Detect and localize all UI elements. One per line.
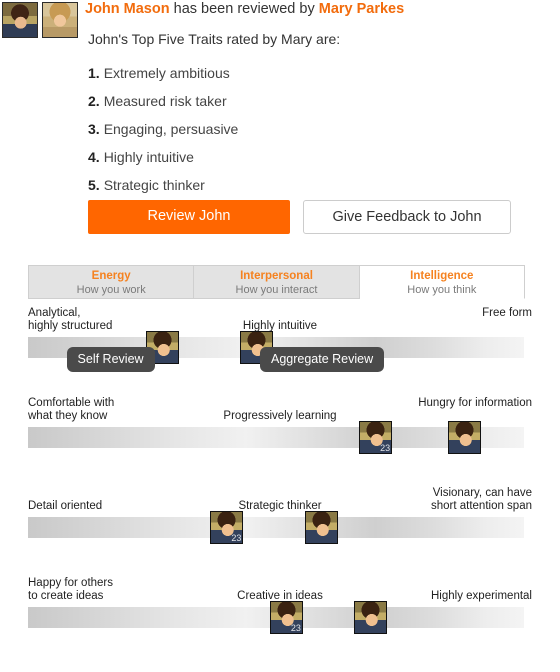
trait-number: 4. xyxy=(88,149,100,165)
slider-right-label: Hungry for information xyxy=(418,397,532,409)
tab-intelligence[interactable]: Intelligence How you think xyxy=(359,265,525,299)
slider-labels: Detail oriented Strategic thinker Vision… xyxy=(0,485,560,517)
give-feedback-button[interactable]: Give Feedback to John xyxy=(303,200,511,234)
aggregate-review-marker[interactable]: 23 xyxy=(359,421,393,454)
review-headline: John Mason has been reviewed by Mary Par… xyxy=(85,1,404,17)
list-item: 1. Extremely ambitious xyxy=(88,59,238,87)
tab-title: Energy xyxy=(91,270,131,282)
slider-row: Happy for others to create ideas Creativ… xyxy=(0,575,560,665)
marker-badge: 23 xyxy=(380,443,391,453)
tab-energy[interactable]: Energy How you work xyxy=(29,265,195,299)
review-john-button[interactable]: Review John xyxy=(88,200,290,234)
mary-avatar[interactable] xyxy=(42,2,78,38)
slider-row: Comfortable with what they know Progress… xyxy=(0,395,560,485)
self-review-marker[interactable] xyxy=(448,421,482,454)
list-item: 4. Highly intuitive xyxy=(88,143,238,171)
slider-left-label: Happy for others to create ideas xyxy=(28,577,114,602)
traits-list: 1. Extremely ambitious 2. Measured risk ta… xyxy=(88,59,238,199)
trait-label: Strategic thinker xyxy=(103,177,205,193)
marker-badge: 23 xyxy=(290,623,301,633)
slider-right-label: Highly experimental xyxy=(431,590,532,602)
traits-intro: John's Top Five Traits rated by Mary are… xyxy=(88,31,341,47)
self-review-marker[interactable] xyxy=(354,601,388,634)
trait-number: 2. xyxy=(88,93,100,109)
trait-label: Extremely ambitious xyxy=(103,65,230,81)
tab-interpersonal[interactable]: Interpersonal How you interact xyxy=(194,265,360,299)
header-avatars xyxy=(2,2,78,38)
aggregate-review-marker[interactable]: 23 xyxy=(269,601,303,634)
list-item: 2. Measured risk taker xyxy=(88,87,238,115)
self-review-marker[interactable] xyxy=(304,511,338,544)
aggregate-review-tooltip: Aggregate Review xyxy=(260,347,385,372)
slider-track[interactable] xyxy=(28,517,524,538)
list-item: 5. Strategic thinker xyxy=(88,171,238,199)
tab-subtitle: How you think xyxy=(407,284,477,296)
tab-title: Interpersonal xyxy=(240,270,313,282)
reviewer-name[interactable]: Mary Parkes xyxy=(319,1,404,17)
marker-badge: 23 xyxy=(231,533,242,543)
trait-label: Engaging, persuasive xyxy=(103,121,239,137)
trait-label: Measured risk taker xyxy=(103,93,227,109)
slider-row: Analytical, highly structured Highly int… xyxy=(0,305,560,395)
trait-label: Highly intuitive xyxy=(103,149,194,165)
category-tabs: Energy How you work Interpersonal How yo… xyxy=(28,265,525,299)
headline-middle-text: has been reviewed by xyxy=(173,1,315,17)
trait-number: 5. xyxy=(88,177,100,193)
slider-left-label: Comfortable with what they know xyxy=(28,397,115,422)
trait-sliders: Analytical, highly structured Highly int… xyxy=(0,305,560,665)
slider-left-label: Detail oriented xyxy=(28,500,103,512)
aggregate-review-marker[interactable]: 23 xyxy=(210,511,244,544)
tab-title: Intelligence xyxy=(410,270,474,282)
slider-right-label: Free form xyxy=(482,307,532,319)
tab-subtitle: How you interact xyxy=(235,284,318,296)
trait-number: 3. xyxy=(88,121,100,137)
slider-mid-label: Progressively learning xyxy=(223,410,337,422)
slider-right-label: Visionary, can have short attention span xyxy=(430,487,532,512)
action-buttons: Review John Give Feedback to John xyxy=(88,200,511,234)
tab-subtitle: How you work xyxy=(76,284,146,296)
list-item: 3. Engaging, persuasive xyxy=(88,115,238,143)
trait-number: 1. xyxy=(88,65,100,81)
slider-left-label: Analytical, highly structured xyxy=(28,307,113,332)
self-review-tooltip: Self Review xyxy=(66,347,155,372)
slider-row: Detail oriented Strategic thinker Vision… xyxy=(0,485,560,575)
john-avatar[interactable] xyxy=(2,2,38,38)
slider-labels: Analytical, highly structured Highly int… xyxy=(0,305,560,337)
subject-name[interactable]: John Mason xyxy=(85,1,170,17)
